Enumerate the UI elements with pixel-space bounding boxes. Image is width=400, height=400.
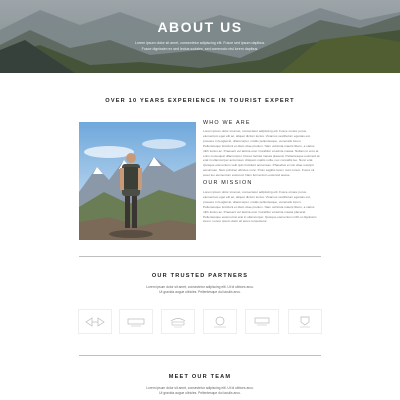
- partner-logo-6[interactable]: [288, 309, 322, 334]
- banner-logo-icon: [127, 318, 145, 326]
- our-mission-title: OUR MISSION: [203, 180, 253, 186]
- partner-logo-5[interactable]: [245, 309, 279, 334]
- partners-heading: OUR TRUSTED PARTNERS: [151, 273, 249, 279]
- design-wordmark-logo-icon: [254, 317, 270, 325]
- who-we-are-title: WHO WE ARE: [203, 120, 251, 126]
- partner-logo-3[interactable]: [161, 309, 195, 334]
- team-subtitle-line: Ut gravida augue ultricies. Pellentesque…: [159, 391, 241, 395]
- who-we-are-text: Lorem ipsum dolor sit amet, consectetur …: [203, 129, 320, 176]
- partner-logo-4[interactable]: [203, 309, 237, 334]
- mountain-landscape-image: [0, 0, 400, 73]
- our-mission-text: Lorem ipsum dolor sit amet, consectetur …: [203, 190, 317, 224]
- team-heading: MEET OUR TEAM: [168, 374, 232, 380]
- partner-logo-1[interactable]: [78, 309, 112, 334]
- section-divider: [79, 355, 321, 356]
- round-seal-logo-icon: [214, 316, 226, 327]
- hiker-photo: [79, 122, 196, 240]
- crest-logo-icon: [170, 317, 186, 327]
- page-title: ABOUT US: [157, 19, 243, 35]
- hero-subtitle: Lorem ipsum dolor sit amet, consectetur …: [110, 40, 290, 52]
- partners-subtitle: Lorem ipsum dolor sit amet, consectetur …: [130, 285, 270, 295]
- section-divider: [79, 256, 321, 257]
- shield-logo-icon: [300, 316, 310, 327]
- partners-subtitle-line: Ut gravida augue ultricies. Pellentesque…: [159, 290, 241, 294]
- arrow-badge-logo-icon: [85, 316, 105, 327]
- partner-logo-2[interactable]: [119, 309, 153, 334]
- experience-heading: OVER 10 YEARS EXPERIENCE IN TOURIST EXPE…: [105, 98, 295, 104]
- hiker-mountain-image: [79, 122, 196, 240]
- hero-banner: ABOUT US Lorem ipsum dolor sit amet, con…: [0, 0, 400, 73]
- hero-subtitle-line: Fusce dignissim ex sed lectus sodales, s…: [141, 47, 259, 51]
- team-subtitle: Lorem ipsum dolor sit amet, consectetur …: [130, 386, 270, 396]
